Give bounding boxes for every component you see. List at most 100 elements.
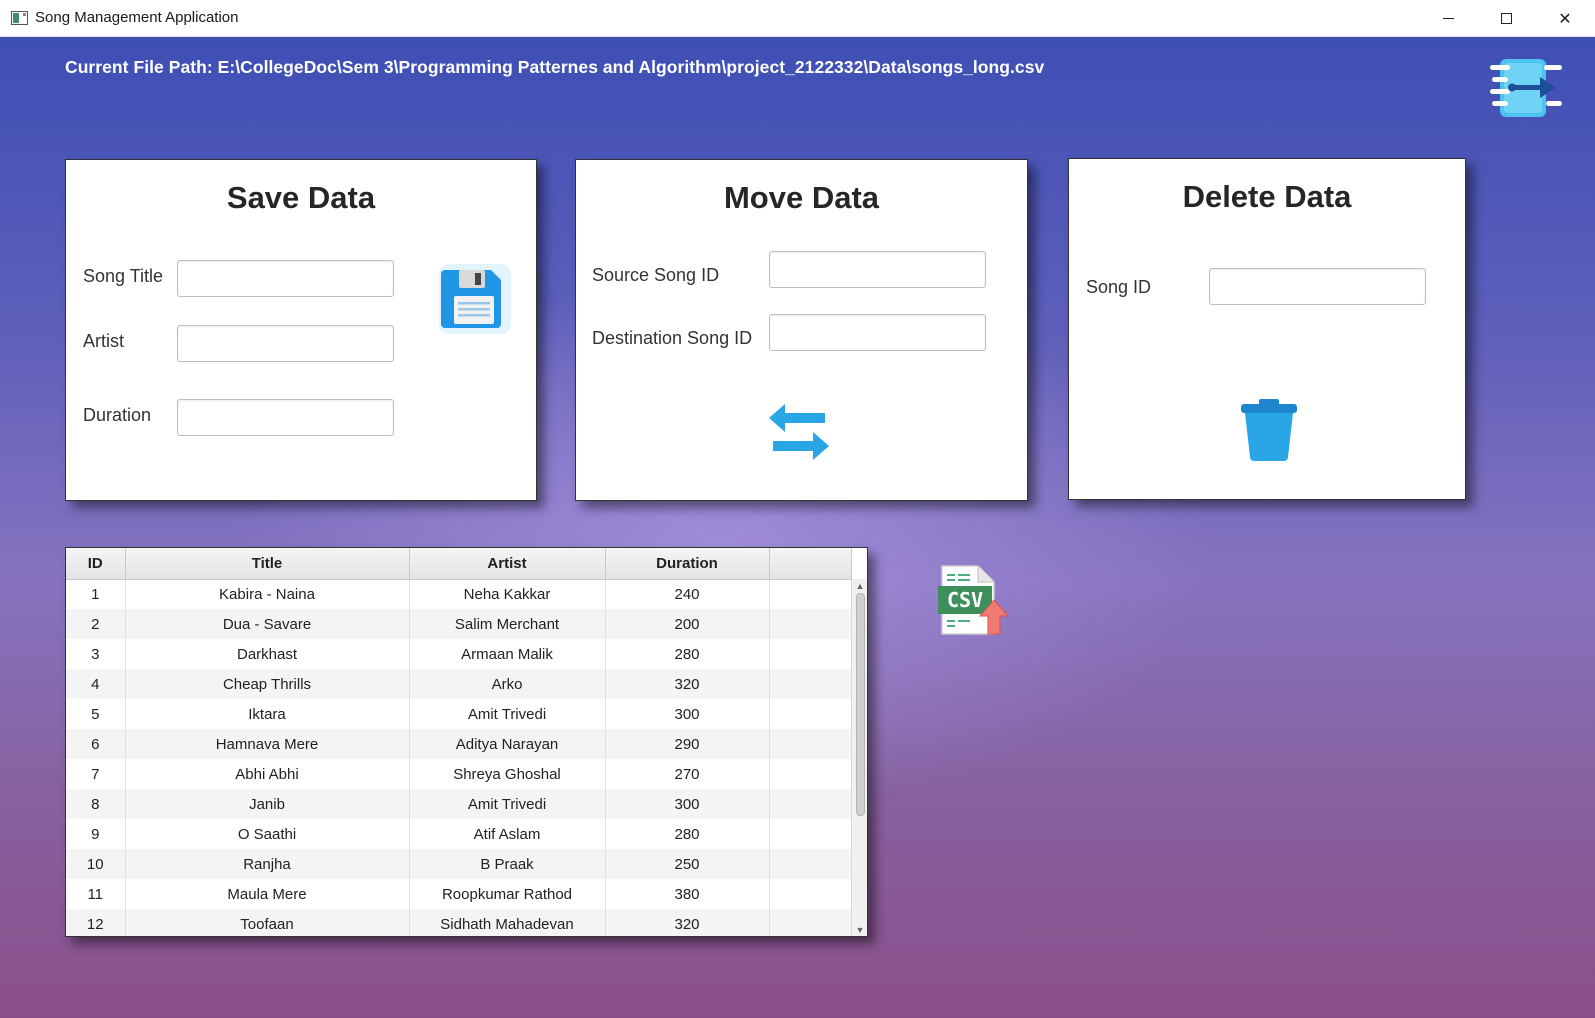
column-header-title[interactable]: Title: [125, 548, 410, 580]
cell-id: 2: [66, 609, 126, 639]
save-panel-title: Save Data: [226, 180, 376, 215]
table-row[interactable]: 6 Hamnava Mere Aditya Narayan 290: [66, 729, 852, 759]
cell-title: Maula Mere: [125, 879, 410, 909]
cell-artist: Roopkumar Rathod: [409, 879, 606, 909]
exit-door-icon[interactable]: [1490, 55, 1564, 119]
cell-filler: [769, 729, 852, 759]
table-row[interactable]: 2 Dua - Savare Salim Merchant 200: [66, 609, 852, 639]
move-panel-title: Move Data: [723, 180, 880, 215]
table-row[interactable]: 4 Cheap Thrills Arko 320: [66, 669, 852, 699]
cell-duration: 240: [605, 579, 770, 609]
close-button[interactable]: ✕: [1536, 0, 1594, 37]
minimize-icon: [1442, 18, 1454, 19]
table-row[interactable]: 9O Saathi Atif Aslam 280: [66, 819, 852, 849]
cell-duration: 270: [605, 759, 770, 789]
scroll-down-icon[interactable]: ▼: [855, 925, 865, 935]
cell-title: Darkhast: [125, 639, 410, 669]
cell-duration: 300: [605, 699, 770, 729]
delete-data-panel: Delete Data Song ID: [1068, 158, 1466, 500]
cell-title: Ranjha: [125, 849, 410, 879]
duration-input[interactable]: [177, 399, 394, 436]
table-row[interactable]: 3 Darkhast Armaan Malik 280: [66, 639, 852, 669]
table-row[interactable]: 12 Toofaan Sidhath Mahadevan 320: [66, 909, 852, 936]
cell-artist: B Praak: [409, 849, 606, 879]
column-header-artist[interactable]: Artist: [409, 548, 606, 580]
cell-filler: [769, 909, 852, 936]
cell-id: 8: [66, 789, 126, 819]
cell-id: 12: [66, 909, 126, 936]
source-song-id-input[interactable]: [769, 251, 986, 288]
cell-duration: 300: [605, 789, 770, 819]
cell-id: 5: [66, 699, 126, 729]
minimize-button[interactable]: [1419, 0, 1477, 37]
current-file-path: Current File Path: E:\CollegeDoc\Sem 3\P…: [65, 57, 1045, 77]
table-row[interactable]: 5 Iktara Amit Trivedi 300: [66, 699, 852, 729]
cell-title: Abhi Abhi: [125, 759, 410, 789]
cell-artist: Arko: [409, 669, 606, 699]
cell-filler: [769, 789, 852, 819]
cell-artist: Shreya Ghoshal: [409, 759, 606, 789]
column-header-duration[interactable]: Duration: [605, 548, 770, 580]
csv-badge-text: CSV: [947, 588, 983, 612]
cell-filler: [769, 759, 852, 789]
cell-filler: [769, 639, 852, 669]
cell-artist: Aditya Narayan: [409, 729, 606, 759]
swap-arrows-icon[interactable]: [769, 404, 829, 460]
cell-id: 9: [66, 819, 126, 849]
artist-label: Artist: [83, 331, 125, 351]
table-row[interactable]: 8 Janib Amit Trivedi 300: [66, 789, 852, 819]
cell-duration: 320: [605, 909, 770, 936]
cell-filler: [769, 579, 852, 609]
floppy-disk-icon[interactable]: [437, 262, 513, 336]
cell-filler: [769, 669, 852, 699]
cell-duration: 280: [605, 639, 770, 669]
table-scrollbar[interactable]: ▲ ▼: [851, 579, 867, 936]
app-icon: [11, 11, 28, 25]
cell-id: 1: [66, 579, 126, 609]
cell-artist: Armaan Malik: [409, 639, 606, 669]
artist-input[interactable]: [177, 325, 394, 362]
source-song-id-label: Source Song ID: [592, 265, 720, 285]
cell-artist: Neha Kakkar: [409, 579, 606, 609]
cell-artist: Amit Trivedi: [409, 699, 606, 729]
window-title: Song Management Application: [35, 9, 239, 26]
table-row[interactable]: 11 Maula Mere Roopkumar Rathod 380: [66, 879, 852, 909]
cell-duration: 200: [605, 609, 770, 639]
cell-id: 7: [66, 759, 126, 789]
app-content: Current File Path: E:\CollegeDoc\Sem 3\P…: [0, 37, 1595, 1018]
table-row[interactable]: 1 Kabira - Naina Neha Kakkar 240: [66, 579, 852, 609]
cell-artist: Sidhath Mahadevan: [409, 909, 606, 936]
csv-upload-icon[interactable]: CSV: [938, 564, 1010, 638]
cell-duration: 250: [605, 849, 770, 879]
maximize-button[interactable]: [1477, 0, 1535, 37]
save-data-panel: Save Data Song Title Artist Duration: [65, 159, 537, 501]
songs-table[interactable]: ID Title Artist Duration 1 Kabira - Naina…: [65, 547, 868, 937]
table-row[interactable]: 7 Abhi Abhi Shreya Ghoshal 270: [66, 759, 852, 789]
cell-id: 3: [66, 639, 126, 669]
cell-title: Dua - Savare: [125, 609, 410, 639]
scroll-up-icon[interactable]: ▲: [855, 581, 865, 591]
cell-duration: 280: [605, 819, 770, 849]
song-id-label: Song ID: [1086, 277, 1152, 297]
cell-filler: [769, 699, 852, 729]
cell-title: Hamnava Mere: [125, 729, 410, 759]
cell-filler: [769, 609, 852, 639]
column-header-id[interactable]: ID: [66, 548, 126, 580]
cell-artist: Atif Aslam: [409, 819, 606, 849]
song-id-input[interactable]: [1209, 268, 1426, 305]
scroll-thumb[interactable]: [856, 593, 865, 816]
cell-id: 6: [66, 729, 126, 759]
cell-filler: [769, 819, 852, 849]
table-row[interactable]: 10 Ranjha B Praak 250: [66, 849, 852, 879]
cell-id: 4: [66, 669, 126, 699]
destination-song-id-label: Destination Song ID: [592, 328, 753, 348]
trash-icon[interactable]: [1241, 399, 1297, 461]
cell-filler: [769, 879, 852, 909]
window-titlebar: Song Management Application ✕: [0, 0, 1595, 37]
cell-title: Kabira - Naina: [125, 579, 410, 609]
maximize-icon: [1500, 13, 1512, 24]
song-title-input[interactable]: [177, 260, 394, 297]
cell-duration: 320: [605, 669, 770, 699]
destination-song-id-input[interactable]: [769, 314, 986, 351]
duration-label: Duration: [83, 405, 152, 425]
